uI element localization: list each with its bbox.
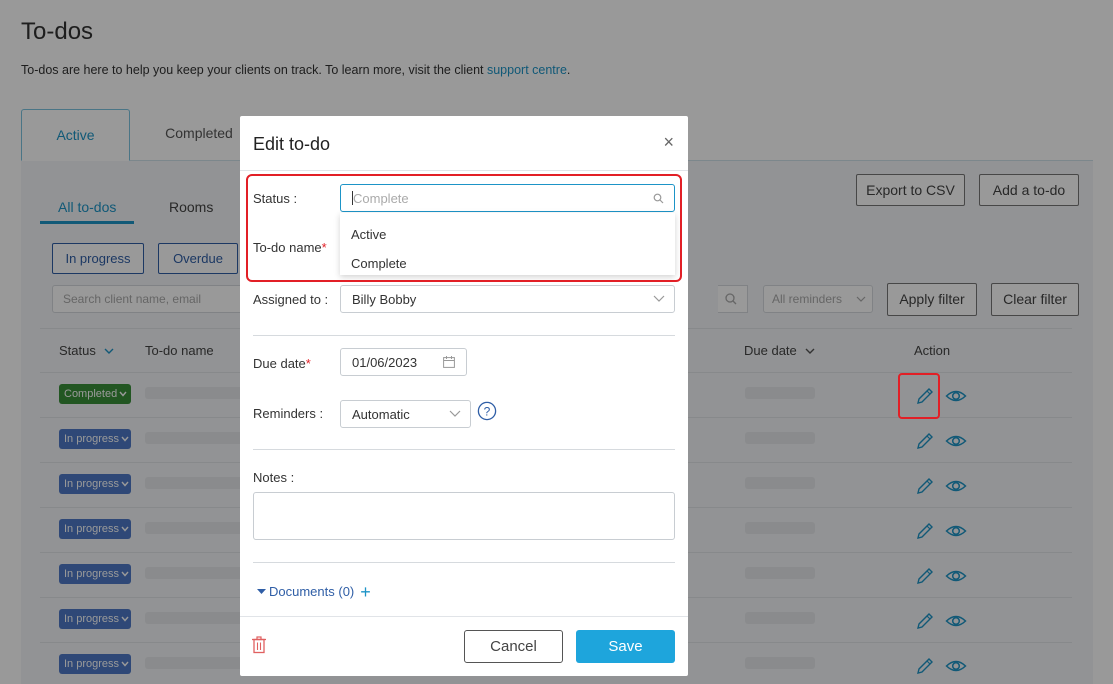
divider	[253, 335, 675, 336]
help-icon[interactable]: ?	[477, 401, 497, 421]
due-date-label: Due date*	[253, 356, 311, 371]
trash-icon[interactable]	[251, 636, 267, 654]
due-date-input[interactable]: 01/06/2023	[340, 348, 467, 376]
svg-text:?: ?	[484, 405, 491, 419]
calendar-icon[interactable]	[443, 356, 455, 368]
documents-toggle[interactable]: Documents (0) +	[257, 582, 371, 603]
divider	[253, 449, 675, 450]
close-icon[interactable]: ×	[663, 132, 674, 153]
save-button[interactable]: Save	[576, 630, 675, 663]
reminders-value: Automatic	[352, 407, 410, 422]
modal-footer-divider	[240, 616, 688, 617]
notes-label: Notes :	[253, 470, 295, 485]
due-date-value: 01/06/2023	[352, 355, 418, 370]
cancel-button[interactable]: Cancel	[464, 630, 563, 663]
divider	[253, 562, 675, 563]
chevron-down-icon	[449, 410, 461, 417]
chevron-down-icon	[653, 295, 665, 302]
modal-header-divider	[240, 170, 688, 171]
highlight-box-edit-action	[898, 373, 940, 419]
documents-label: Documents (0)	[269, 584, 355, 599]
add-document-plus-icon[interactable]: +	[360, 582, 371, 602]
caret-down-icon	[257, 589, 266, 594]
assigned-to-label: Assigned to :	[253, 292, 329, 307]
reminders-label: Reminders :	[253, 406, 324, 421]
notes-textarea[interactable]	[253, 492, 675, 540]
assigned-to-select[interactable]: Billy Bobby	[340, 285, 675, 313]
highlight-box-status-field	[246, 174, 682, 282]
modal-title: Edit to-do	[253, 134, 331, 154]
reminders-select[interactable]: Automatic	[340, 400, 471, 428]
assigned-to-value: Billy Bobby	[352, 292, 417, 307]
